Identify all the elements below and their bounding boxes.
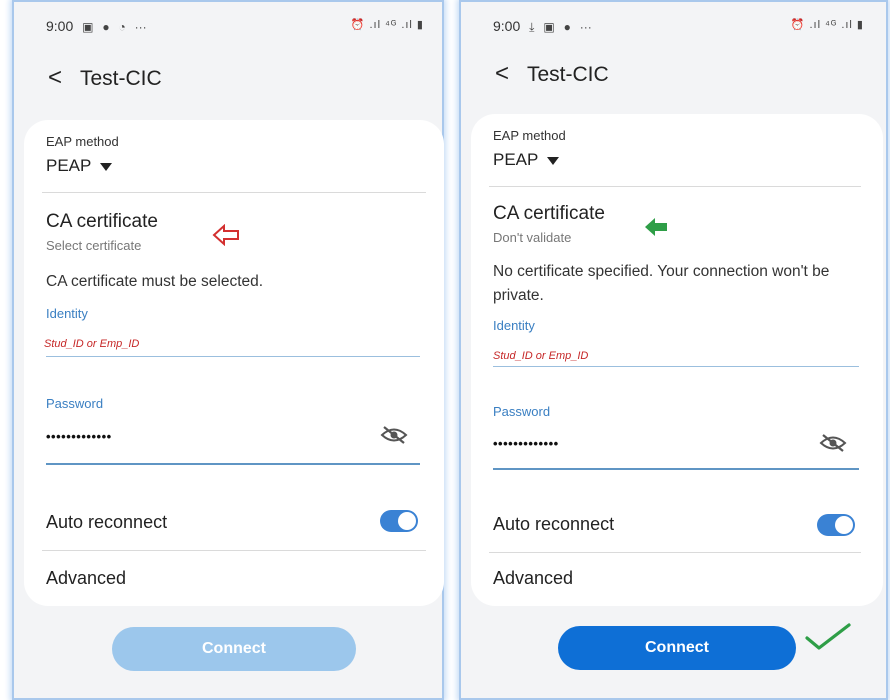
- right-phone-screen: 9:00 ⤓ ▣ ● ··· ⏰ .ıl ⁴ᴳ .ıl ▮ < Test-CIC…: [459, 0, 888, 700]
- eap-method-value: PEAP: [46, 156, 92, 175]
- password-label: Password: [46, 396, 104, 411]
- password-value: •••••••••••••: [493, 436, 559, 451]
- hide-password-eye-icon[interactable]: [380, 424, 408, 446]
- settings-card: EAP method PEAP CA certificate Don't val…: [471, 114, 883, 606]
- status-bar: 9:00 ⤓ ▣ ● ···: [493, 18, 592, 35]
- status-time: 9:00: [46, 18, 74, 34]
- identity-label: Identity: [493, 318, 535, 333]
- back-arrow-icon[interactable]: <: [495, 60, 509, 88]
- more-icon: ···: [579, 20, 592, 34]
- dropdown-caret-icon: [100, 162, 113, 171]
- status-signal-icons: ⏰ .ıl ⁴ᴳ .ıl ▮: [350, 19, 424, 31]
- green-checkmark-icon: [805, 623, 851, 650]
- password-label: Password: [493, 404, 551, 419]
- auto-reconnect-toggle[interactable]: [380, 510, 418, 532]
- password-underline: [493, 468, 859, 470]
- auto-reconnect-toggle[interactable]: [817, 514, 855, 536]
- more-icon: ···: [134, 20, 147, 34]
- outline-left-arrow-icon: [212, 224, 239, 246]
- identity-hint: Stud_ID or Emp_ID: [493, 350, 589, 362]
- eap-method-dropdown[interactable]: PEAP: [46, 156, 113, 176]
- divider: [42, 192, 426, 193]
- divider: [489, 186, 861, 187]
- page-title: Test-CIC: [527, 63, 609, 86]
- ca-certificate-title: CA certificate: [493, 203, 605, 224]
- advanced-row[interactable]: Advanced: [46, 568, 126, 589]
- facebook-icon: ●: [102, 20, 110, 34]
- password-value: •••••••••••••: [46, 429, 112, 444]
- dropdown-caret-icon: [547, 156, 560, 165]
- toggle-knob: [398, 512, 416, 530]
- ca-certificate-value: Don't validate: [493, 230, 572, 245]
- eap-method-value: PEAP: [493, 150, 539, 169]
- connect-button[interactable]: Connect: [112, 627, 356, 671]
- identity-hint: Stud_ID or Emp_ID: [44, 338, 140, 350]
- auto-reconnect-label: Auto reconnect: [493, 514, 615, 534]
- password-underline: [46, 463, 420, 465]
- status-signal-icons: ⏰ .ıl ⁴ᴳ .ıl ▮: [790, 19, 864, 31]
- facebook-icon: ●: [563, 20, 571, 34]
- divider: [42, 550, 426, 551]
- identity-underline: [46, 356, 420, 357]
- hide-password-eye-icon[interactable]: [819, 432, 847, 454]
- eap-method-label: EAP method: [46, 134, 119, 149]
- gallery-icon: ▣: [543, 20, 555, 34]
- identity-label: Identity: [46, 306, 88, 321]
- status-time: 9:00: [493, 18, 521, 34]
- certificate-warning: No certificate specified. Your connectio…: [493, 263, 830, 304]
- timer-icon: ◔: [118, 20, 126, 34]
- settings-card: EAP method PEAP CA certificate Select ce…: [24, 120, 444, 606]
- download-icon: ⤓: [529, 20, 535, 34]
- auto-reconnect-label: Auto reconnect: [46, 512, 168, 532]
- left-phone-screen: 9:00 ▣ ● ◔ ··· ⏰ .ıl ⁴ᴳ .ıl ▮ < Test-CIC…: [12, 0, 444, 700]
- divider: [489, 552, 861, 553]
- back-arrow-icon[interactable]: <: [48, 64, 62, 92]
- page-title: Test-CIC: [80, 67, 162, 90]
- toggle-knob: [835, 516, 853, 534]
- ca-certificate-title: CA certificate: [46, 211, 158, 232]
- eap-method-dropdown[interactable]: PEAP: [493, 150, 560, 170]
- status-bar: 9:00 ▣ ● ◔ ···: [46, 18, 147, 34]
- gallery-icon: ▣: [82, 20, 94, 34]
- connect-button[interactable]: Connect: [558, 626, 796, 670]
- filled-left-arrow-icon: [645, 218, 667, 236]
- certificate-warning: CA certificate must be selected.: [46, 273, 264, 290]
- identity-underline: [493, 366, 859, 367]
- ca-certificate-value: Select certificate: [46, 238, 142, 253]
- eap-method-label: EAP method: [493, 128, 566, 143]
- advanced-row[interactable]: Advanced: [493, 568, 573, 589]
